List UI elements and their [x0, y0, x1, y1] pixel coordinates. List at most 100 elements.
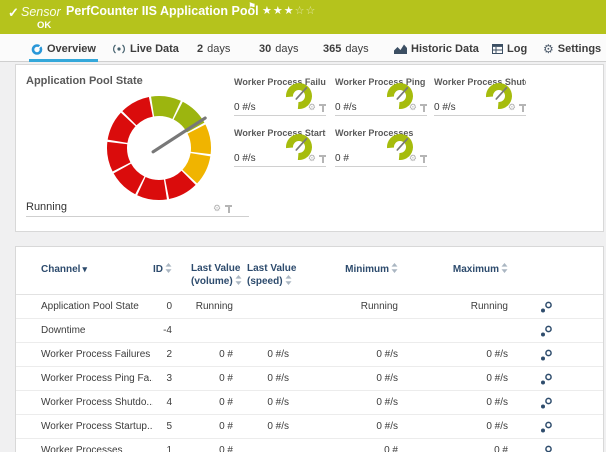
- column-header-minimum[interactable]: Minimum: [306, 263, 398, 276]
- cell-id: -4: [126, 325, 172, 336]
- tab-label: Live Data: [130, 43, 179, 55]
- cell-last-value-volume: 0 #: [173, 445, 233, 452]
- cell-last-value-volume: 0 #: [173, 373, 233, 384]
- priority-star-filled[interactable]: ★: [262, 5, 273, 17]
- priority-star-empty[interactable]: ☆: [306, 5, 317, 17]
- pin-icon[interactable]: [519, 104, 526, 112]
- tab-label-number: 30: [259, 43, 271, 55]
- gauge-tile-worker-process-ping-failures[interactable]: Worker Process Ping Failures 0 #/s ⚙: [335, 77, 427, 116]
- channel-settings-icon[interactable]: [540, 444, 553, 452]
- gauge-settings-gear-icon[interactable]: ⚙: [409, 103, 417, 112]
- pin-icon[interactable]: [420, 104, 427, 112]
- divider: [335, 115, 427, 116]
- pin-icon[interactable]: [420, 155, 427, 163]
- tab-2-days[interactable]: 2 days: [197, 41, 230, 57]
- cell-minimum: 0 #/s: [298, 349, 398, 360]
- overview-panel: Application Pool State Running ⚙ Worker …: [15, 64, 604, 232]
- tab-overview[interactable]: Overview: [31, 41, 96, 57]
- prtg-sensor-page: ✓ Sensor PerfCounter IIS Application Poo…: [0, 0, 606, 452]
- overview-gauge-icon: [31, 43, 43, 55]
- table-body: Application Pool State 0 Running Running…: [16, 295, 603, 452]
- table-row: Worker Processes 1 0 # 0 # 0 #: [16, 439, 603, 452]
- gear-icon: ⚙: [543, 43, 554, 55]
- priority-star-filled[interactable]: ★: [284, 5, 295, 17]
- priority-star-filled[interactable]: ★: [273, 5, 284, 17]
- tab-settings[interactable]: ⚙ Settings: [543, 41, 601, 57]
- column-header-id[interactable]: ID: [116, 263, 172, 276]
- cell-last-value-volume: Running: [173, 301, 233, 312]
- divider: [335, 166, 427, 167]
- cell-maximum: 0 #: [408, 445, 508, 452]
- pin-icon[interactable]: [319, 155, 326, 163]
- cell-maximum: 0 #/s: [408, 397, 508, 408]
- tab-label-number: 2: [197, 43, 203, 55]
- cell-last-value-speed: 0 #/s: [229, 421, 289, 432]
- cell-maximum: Running: [408, 301, 508, 312]
- application-pool-state-gauge: [99, 88, 219, 208]
- pin-icon[interactable]: [225, 205, 232, 213]
- priority-stars[interactable]: ★★★☆☆: [262, 4, 316, 17]
- cell-maximum: 0 #/s: [408, 421, 508, 432]
- cell-id: 4: [126, 397, 172, 408]
- cell-id: 2: [126, 349, 172, 360]
- cell-maximum: 0 #/s: [408, 373, 508, 384]
- tab-30-days[interactable]: 30 days: [259, 41, 299, 57]
- table-row: Worker Process Startup... 5 0 # 0 #/s 0 …: [16, 415, 603, 439]
- tab-label: Overview: [47, 43, 96, 55]
- main-gauge-title: Application Pool State: [26, 75, 143, 87]
- priority-star-empty[interactable]: ☆: [295, 5, 306, 17]
- gauge-tile-value: 0 #: [335, 153, 349, 164]
- table-row: Worker Process Shutdo... 4 0 # 0 #/s 0 #…: [16, 391, 603, 415]
- sensor-header: ✓ Sensor PerfCounter IIS Application Poo…: [0, 0, 606, 34]
- gauge-tile-value: 0 #/s: [234, 153, 256, 164]
- tab-label: days: [275, 43, 298, 55]
- cell-last-value-speed: 0 #/s: [229, 373, 289, 384]
- sensor-kind-label: Sensor: [21, 5, 61, 19]
- gauge-settings-gear-icon[interactable]: ⚙: [213, 204, 221, 213]
- pin-icon[interactable]: [319, 104, 326, 112]
- channel-settings-icon[interactable]: [540, 324, 553, 342]
- sort-icon: [285, 275, 292, 285]
- tab-label: Settings: [558, 43, 601, 55]
- cell-minimum: 0 #/s: [298, 373, 398, 384]
- column-header-last-value-volume[interactable]: Last Value(volume): [191, 263, 245, 288]
- cell-minimum: 0 #/s: [298, 421, 398, 432]
- tab-log[interactable]: Log: [492, 41, 527, 57]
- tab-live-data[interactable]: Live Data: [112, 41, 179, 57]
- gauge-settings-gear-icon[interactable]: ⚙: [508, 103, 516, 112]
- cell-id: 0: [126, 301, 172, 312]
- cell-id: 5: [126, 421, 172, 432]
- chart-icon: [394, 44, 407, 54]
- gauge-settings-gear-icon[interactable]: ⚙: [308, 103, 316, 112]
- log-table-icon: [492, 44, 503, 54]
- gauge-tile-worker-process-shutdown-failures[interactable]: Worker Process Shutdown Fa... 0 #/s ⚙: [434, 77, 526, 116]
- gauge-tile-worker-processes[interactable]: Worker Processes 0 # ⚙: [335, 128, 427, 167]
- tab-historic-data[interactable]: Historic Data: [394, 41, 479, 57]
- cell-id: 3: [126, 373, 172, 384]
- gauge-tile-worker-process-failures[interactable]: Worker Process Failures 0 #/s ⚙: [234, 77, 326, 116]
- column-header-maximum[interactable]: Maximum: [416, 263, 508, 276]
- gauge-tile-value: 0 #/s: [234, 102, 256, 113]
- main-gauge-value: Running: [26, 201, 67, 213]
- cell-minimum: 0 #: [298, 445, 398, 452]
- channel-settings-icon[interactable]: [540, 396, 553, 414]
- gauge-settings-gear-icon[interactable]: ⚙: [409, 154, 417, 163]
- divider: [234, 166, 326, 167]
- cell-minimum: 0 #/s: [298, 397, 398, 408]
- channel-settings-icon[interactable]: [540, 372, 553, 390]
- status-ok-check-icon: ✓: [8, 5, 19, 21]
- channel-settings-icon[interactable]: [540, 420, 553, 438]
- cell-last-value-volume: 0 #: [173, 421, 233, 432]
- gauge-tile-worker-process-startup-failures[interactable]: Worker Process Startup Failu... 0 #/s ⚙: [234, 128, 326, 167]
- sort-icon: [501, 263, 508, 273]
- channel-settings-icon[interactable]: [540, 348, 553, 366]
- column-header-last-value-speed[interactable]: Last Value(speed): [247, 263, 301, 288]
- gauge-settings-gear-icon[interactable]: ⚙: [308, 154, 316, 163]
- gauge-tile-value: 0 #/s: [335, 102, 357, 113]
- channel-settings-icon[interactable]: [540, 300, 553, 318]
- tab-365-days[interactable]: 365 days: [323, 41, 369, 57]
- column-header-channel[interactable]: Channel▾: [41, 263, 87, 276]
- sensor-tabbar: Overview Live Data 2 days 30 days 365 da…: [0, 34, 606, 62]
- divider: [434, 115, 526, 116]
- gauge-tile-value: 0 #/s: [434, 102, 456, 113]
